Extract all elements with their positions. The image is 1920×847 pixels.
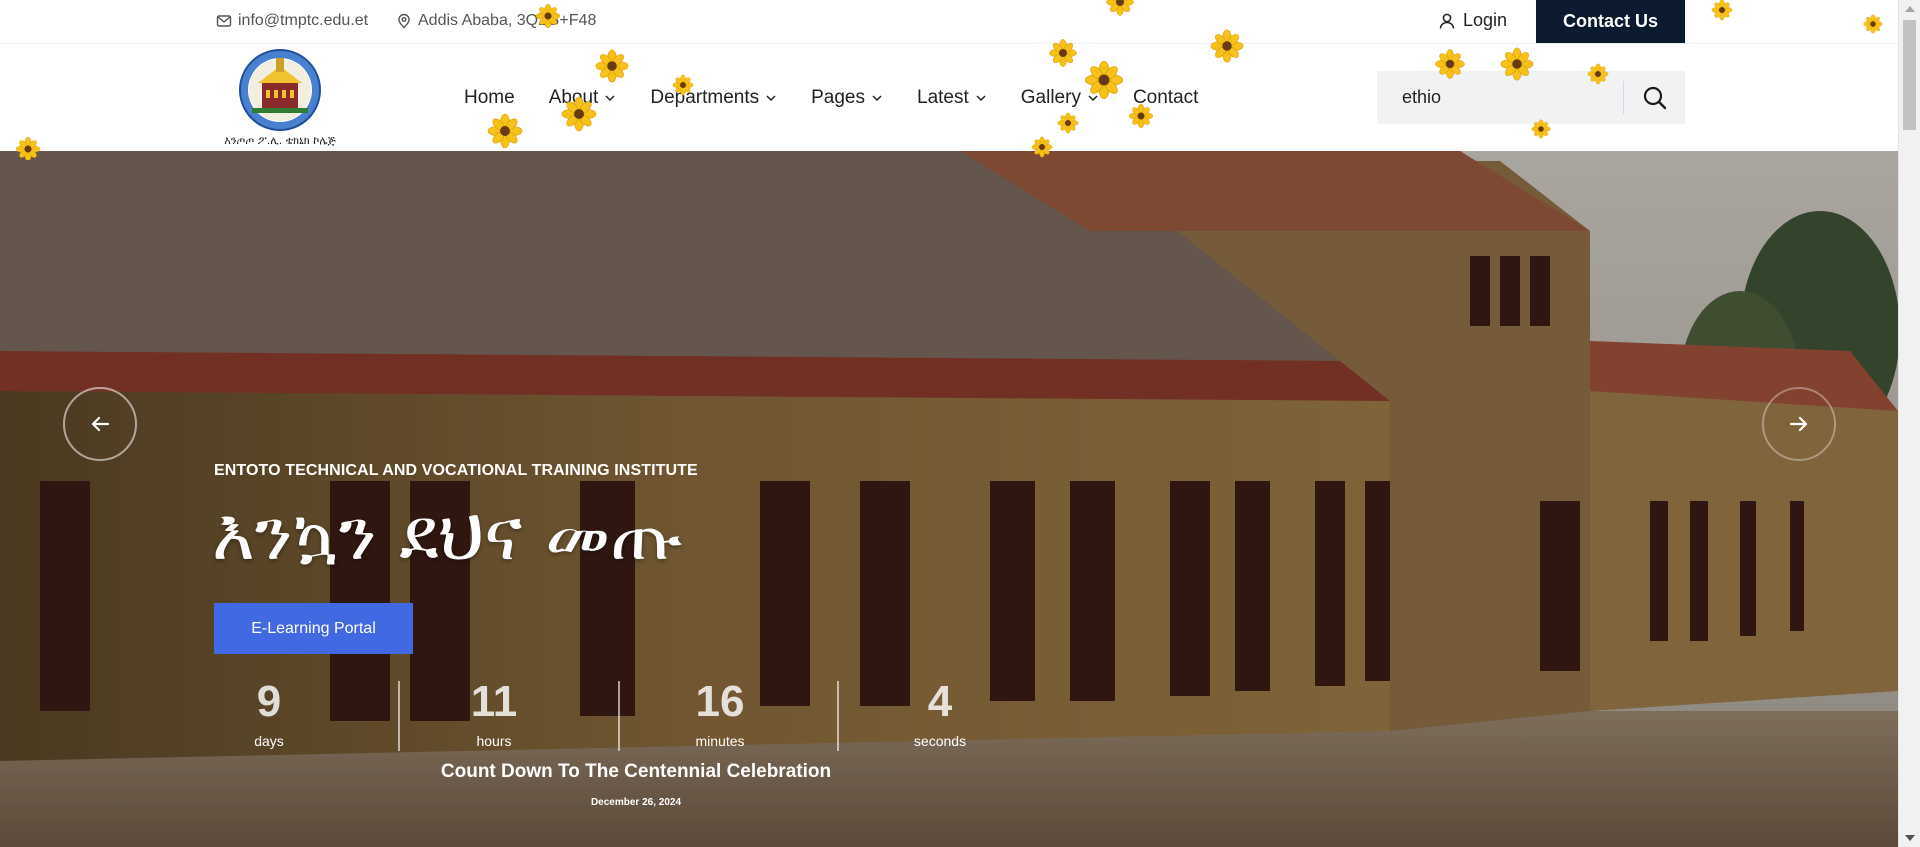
countdown-divider: [398, 681, 400, 751]
address-text: Addis Ababa, 3Q2G+F48: [418, 12, 597, 29]
countdown-hours-label: hours: [476, 732, 512, 749]
email-text: info@tmptc.edu.et: [238, 12, 369, 29]
countdown-divider: [618, 681, 620, 751]
chevron-down-icon: [1088, 94, 1098, 101]
contact-us-button[interactable]: Contact Us: [1536, 0, 1685, 43]
search-input[interactable]: [1377, 71, 1623, 124]
countdown-minutes: 16 minutes: [665, 676, 775, 749]
nav-gallery-label: Gallery: [1020, 86, 1081, 108]
slider-next-button[interactable]: [1762, 387, 1836, 461]
email-contact[interactable]: info@tmptc.edu.et: [216, 12, 368, 30]
countdown-days-value: 9: [256, 677, 282, 726]
hero-slider: ENTOTO TECHNICAL AND VOCATIONAL TRAINING…: [0, 151, 1898, 847]
nav-contact[interactable]: Contact: [1133, 87, 1198, 109]
nav-latest[interactable]: Latest: [917, 87, 987, 109]
search-box: [1377, 71, 1685, 124]
chevron-down-icon: [605, 94, 615, 101]
chevron-down-icon: [976, 94, 986, 101]
nav-about-label: About: [548, 86, 599, 108]
e-learning-portal-button[interactable]: E-Learning Portal: [214, 603, 413, 654]
login-link[interactable]: Login: [1438, 10, 1507, 31]
arrow-right-icon: [1789, 416, 1808, 432]
nav-pages-label: Pages: [811, 86, 865, 108]
chevron-down-icon: [872, 94, 882, 101]
countdown-hours-value: 11: [470, 677, 518, 726]
countdown-hours: 11 hours: [439, 676, 549, 749]
hero-eyebrow: ENTOTO TECHNICAL AND VOCATIONAL TRAINING…: [214, 462, 698, 479]
arrow-left-icon: [91, 416, 110, 432]
search-icon: [1643, 86, 1666, 109]
search-button[interactable]: [1624, 71, 1685, 124]
hero-headline: እንኳን ደህና መጡ: [212, 492, 683, 576]
slider-prev-button[interactable]: [63, 387, 137, 461]
primary-nav: Home About Departments Pages Latest Gall…: [464, 44, 1232, 151]
countdown-seconds-value: 4: [927, 677, 953, 726]
countdown-seconds-label: seconds: [913, 732, 967, 749]
address-contact: Addis Ababa, 3Q2G+F48: [396, 12, 596, 30]
college-seal-image: [239, 49, 321, 131]
nav-departments-label: Departments: [650, 86, 760, 108]
college-logo[interactable]: እንጦጦ ፖ.ሊ. ቴክኒክ ኮሌጅ: [212, 46, 348, 150]
countdown-title: Count Down To The Centennial Celebration: [440, 761, 832, 782]
main-nav-bar: እንጦጦ ፖ.ሊ. ቴክኒክ ኮሌጅ Home About Department…: [0, 44, 1898, 151]
scroll-down-arrow-icon[interactable]: [1905, 835, 1915, 841]
countdown-date: December 26, 2024: [590, 797, 682, 808]
mail-icon: [216, 15, 232, 27]
nav-departments[interactable]: Departments: [650, 87, 777, 109]
chevron-down-icon: [766, 94, 776, 101]
top-bar: info@tmptc.edu.et Addis Ababa, 3Q2G+F48 …: [0, 0, 1898, 44]
countdown-minutes-label: minutes: [695, 732, 745, 749]
scroll-thumb[interactable]: [1903, 20, 1916, 130]
map-pin-icon: [398, 13, 410, 29]
countdown-days: 9 days: [214, 676, 324, 749]
login-label: Login: [1463, 10, 1508, 30]
countdown-days-label: days: [254, 732, 284, 749]
countdown-seconds: 4 seconds: [885, 676, 995, 749]
countdown-minutes-value: 16: [695, 677, 745, 726]
logo-amharic-text: እንጦጦ ፖ.ሊ. ቴክኒክ ኮሌጅ: [224, 134, 336, 147]
countdown-divider: [837, 681, 839, 751]
nav-gallery[interactable]: Gallery: [1021, 87, 1099, 109]
nav-home-label: Home: [464, 86, 515, 108]
nav-home[interactable]: Home: [464, 87, 515, 109]
page-scrollbar[interactable]: [1898, 0, 1920, 847]
nav-pages[interactable]: Pages: [811, 87, 883, 109]
user-icon: [1439, 13, 1455, 29]
nav-latest-label: Latest: [917, 86, 969, 108]
nav-about[interactable]: About: [549, 87, 617, 109]
nav-contact-label: Contact: [1132, 86, 1199, 108]
scroll-up-arrow-icon[interactable]: [1905, 6, 1915, 12]
